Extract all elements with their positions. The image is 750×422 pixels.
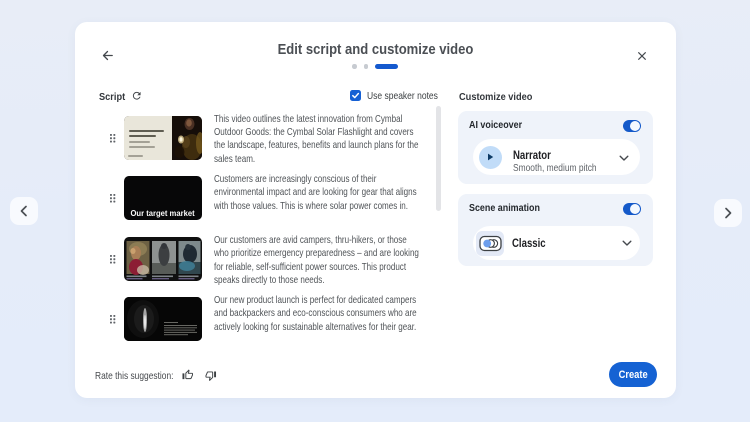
- svg-text:Our target market: Our target market: [130, 209, 194, 218]
